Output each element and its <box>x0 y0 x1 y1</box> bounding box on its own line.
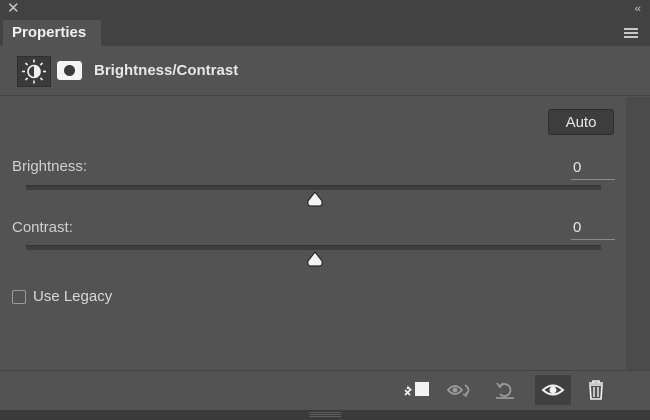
reset-icon[interactable] <box>490 377 520 403</box>
clip-to-layer-icon[interactable] <box>402 377 432 403</box>
close-icon[interactable]: ✕ <box>7 1 23 17</box>
brightness-slider-thumb[interactable] <box>306 191 324 207</box>
panel-title-bar: ✕ ‹‹ <box>0 0 650 20</box>
brightness-value-field[interactable]: 0 <box>571 158 615 180</box>
tab-label: Properties <box>12 24 87 41</box>
auto-button[interactable]: Auto <box>548 109 614 135</box>
adjustment-title: Brightness/Contrast <box>94 62 239 79</box>
brightness-slider-track[interactable] <box>26 185 601 190</box>
tab-properties[interactable]: Properties <box>3 20 101 46</box>
use-legacy-checkbox[interactable] <box>12 290 26 304</box>
contrast-slider-thumb[interactable] <box>306 251 324 267</box>
contrast-label: Contrast: <box>12 219 73 236</box>
layer-mask-icon[interactable] <box>57 61 82 80</box>
vertical-scrollbar[interactable] <box>626 97 650 370</box>
panel-tab-bar: Properties <box>0 20 650 46</box>
adjustment-header: Brightness/Contrast <box>0 46 650 96</box>
panel-footer <box>0 370 650 410</box>
resize-grip-icon[interactable] <box>309 412 341 418</box>
properties-panel: ✕ ‹‹ Properties Brightness/Contrast Auto… <box>0 0 650 420</box>
visibility-eye-icon[interactable] <box>535 375 571 405</box>
brightness-contrast-icon[interactable] <box>17 56 51 87</box>
use-legacy-label: Use Legacy <box>33 288 113 305</box>
trash-icon[interactable] <box>581 377 611 403</box>
contrast-value-field[interactable]: 0 <box>571 218 615 240</box>
brightness-label: Brightness: <box>12 158 88 175</box>
double-chevron-left-icon[interactable]: ‹‹ <box>635 3 641 15</box>
view-previous-state-icon[interactable] <box>446 377 476 403</box>
contrast-slider-track[interactable] <box>26 245 601 250</box>
panel-menu-icon[interactable] <box>624 28 638 39</box>
